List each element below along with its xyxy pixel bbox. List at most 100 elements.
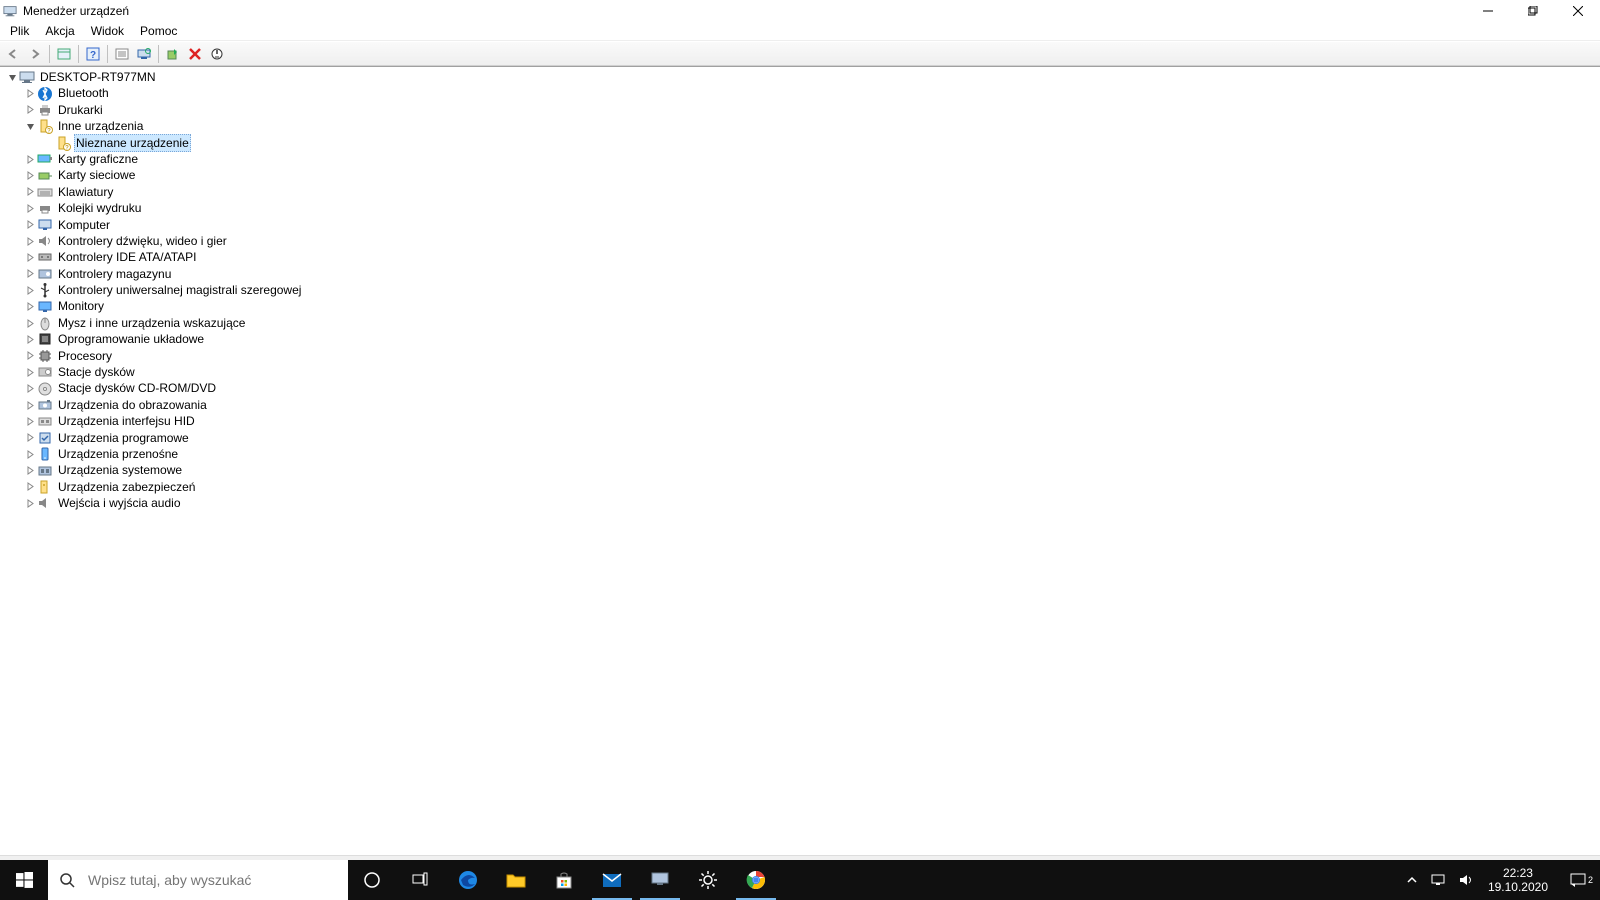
menu-file[interactable]: Plik [2, 23, 37, 39]
expand-icon[interactable] [24, 465, 36, 477]
tree-item-label: Urządzenia do obrazowania [56, 397, 209, 413]
tree-category-keyboard[interactable]: Klawiatury [0, 184, 1600, 200]
tree-item-label: Mysz i inne urządzenia wskazujące [56, 315, 247, 331]
tray-volume-button[interactable] [1452, 860, 1480, 900]
menu-view[interactable]: Widok [83, 23, 132, 39]
tree-category-monitor[interactable]: Monitory [0, 298, 1600, 314]
uninstall-device-button[interactable] [184, 43, 206, 65]
tree-category-disk[interactable]: Stacje dysków [0, 364, 1600, 380]
tree-category-hid[interactable]: Urządzenia interfejsu HID [0, 413, 1600, 429]
expand-icon[interactable] [24, 202, 36, 214]
tree-category-security[interactable]: Urządzenia zabezpieczeń [0, 479, 1600, 495]
tree-category-portable[interactable]: Urządzenia przenośne [0, 446, 1600, 462]
tree-category-print-queue[interactable]: Kolejki wydruku [0, 200, 1600, 216]
tray-notifications-button[interactable]: 2 [1556, 871, 1600, 889]
tree-category-printer[interactable]: Drukarki [0, 102, 1600, 118]
properties-button[interactable] [111, 43, 133, 65]
window-title: Menedżer urządzeń [23, 4, 129, 18]
taskbar-app-explorer[interactable] [492, 860, 540, 900]
expand-icon[interactable] [24, 170, 36, 182]
device-tree[interactable]: DESKTOP-RT977MNBluetoothDrukarki?Inne ur… [0, 66, 1600, 855]
taskbar-app-store[interactable] [540, 860, 588, 900]
taskbar-app-mail[interactable] [588, 860, 636, 900]
security-icon [37, 479, 53, 495]
task-view-icon [411, 871, 429, 889]
tree-category-display-adapter[interactable]: Karty graficzne [0, 151, 1600, 167]
expand-icon[interactable] [24, 399, 36, 411]
expand-icon[interactable] [24, 383, 36, 395]
tree-root[interactable]: DESKTOP-RT977MN [0, 69, 1600, 85]
expand-icon[interactable] [24, 317, 36, 329]
close-button[interactable] [1555, 0, 1600, 22]
update-driver-button[interactable] [162, 43, 184, 65]
tree-category-processor[interactable]: Procesory [0, 348, 1600, 364]
tree-category-other[interactable]: ?Inne urządzenia [0, 118, 1600, 134]
edge-icon [457, 869, 479, 891]
back-button[interactable] [2, 43, 24, 65]
taskbar-app-device-manager[interactable] [636, 860, 684, 900]
disable-device-button[interactable] [206, 43, 228, 65]
taskbar-app-settings[interactable] [684, 860, 732, 900]
start-button[interactable] [0, 860, 48, 900]
scan-hardware-button[interactable] [133, 43, 155, 65]
tree-item-label: Kontrolery uniwersalnej magistrali szere… [56, 282, 303, 298]
expand-icon[interactable] [24, 235, 36, 247]
expand-icon[interactable] [24, 432, 36, 444]
tray-network-button[interactable] [1424, 860, 1452, 900]
menu-help[interactable]: Pomoc [132, 23, 185, 39]
expand-icon[interactable] [24, 284, 36, 296]
search-input[interactable] [86, 871, 348, 889]
cortana-button[interactable] [348, 860, 396, 900]
expand-icon[interactable] [24, 219, 36, 231]
maximize-button[interactable] [1510, 0, 1555, 22]
expand-icon[interactable] [24, 350, 36, 362]
tree-category-mouse[interactable]: Mysz i inne urządzenia wskazujące [0, 315, 1600, 331]
expand-icon[interactable] [24, 251, 36, 263]
collapse-icon[interactable] [24, 120, 36, 132]
show-hide-tree-button[interactable] [53, 43, 75, 65]
tray-overflow-button[interactable] [1400, 860, 1424, 900]
tree-category-usb[interactable]: Kontrolery uniwersalnej magistrali szere… [0, 282, 1600, 298]
expand-icon[interactable] [24, 88, 36, 100]
expand-icon[interactable] [24, 366, 36, 378]
taskbar-app-edge[interactable] [444, 860, 492, 900]
expand-icon[interactable] [24, 415, 36, 427]
expand-icon[interactable] [24, 104, 36, 116]
tree-category-sound[interactable]: Kontrolery dźwięku, wideo i gier [0, 233, 1600, 249]
tree-category-optical[interactable]: Stacje dysków CD-ROM/DVD [0, 380, 1600, 396]
expand-icon[interactable] [24, 268, 36, 280]
tree-category-ide[interactable]: Kontrolery IDE ATA/ATAPI [0, 249, 1600, 265]
task-view-button[interactable] [396, 860, 444, 900]
expand-icon[interactable] [24, 497, 36, 509]
tree-category-software[interactable]: Urządzenia programowe [0, 430, 1600, 446]
tree-category-network[interactable]: Karty sieciowe [0, 167, 1600, 183]
svg-text:?: ? [65, 145, 69, 151]
separator [158, 45, 159, 63]
arrow-left-icon [6, 47, 20, 61]
expand-icon[interactable] [24, 333, 36, 345]
tree-category-bluetooth[interactable]: Bluetooth [0, 85, 1600, 101]
taskbar-app-chrome[interactable] [732, 860, 780, 900]
expand-icon[interactable] [24, 448, 36, 460]
help-toolbar-button[interactable]: ? [82, 43, 104, 65]
minimize-button[interactable] [1465, 0, 1510, 22]
tree-device-unknown[interactable]: ?Nieznane urządzenie [0, 135, 1600, 151]
tree-category-computer[interactable]: Komputer [0, 217, 1600, 233]
expand-icon[interactable] [24, 301, 36, 313]
expand-icon[interactable] [24, 186, 36, 198]
forward-button[interactable] [24, 43, 46, 65]
system-icon [37, 463, 53, 479]
tree-category-storage[interactable]: Kontrolery magazynu [0, 266, 1600, 282]
store-icon [553, 869, 575, 891]
expand-icon[interactable] [24, 153, 36, 165]
menu-action[interactable]: Akcja [37, 23, 82, 39]
collapse-icon[interactable] [6, 71, 18, 83]
tree-item-label: Urządzenia systemowe [56, 462, 184, 478]
tree-category-imaging[interactable]: Urządzenia do obrazowania [0, 397, 1600, 413]
expand-icon[interactable] [24, 481, 36, 493]
tray-clock[interactable]: 22:23 19.10.2020 [1480, 866, 1556, 894]
tree-category-firmware[interactable]: Oprogramowanie układowe [0, 331, 1600, 347]
tree-category-system[interactable]: Urządzenia systemowe [0, 462, 1600, 478]
taskbar-search[interactable] [48, 860, 348, 900]
tree-category-audio-io[interactable]: Wejścia i wyjścia audio [0, 495, 1600, 511]
